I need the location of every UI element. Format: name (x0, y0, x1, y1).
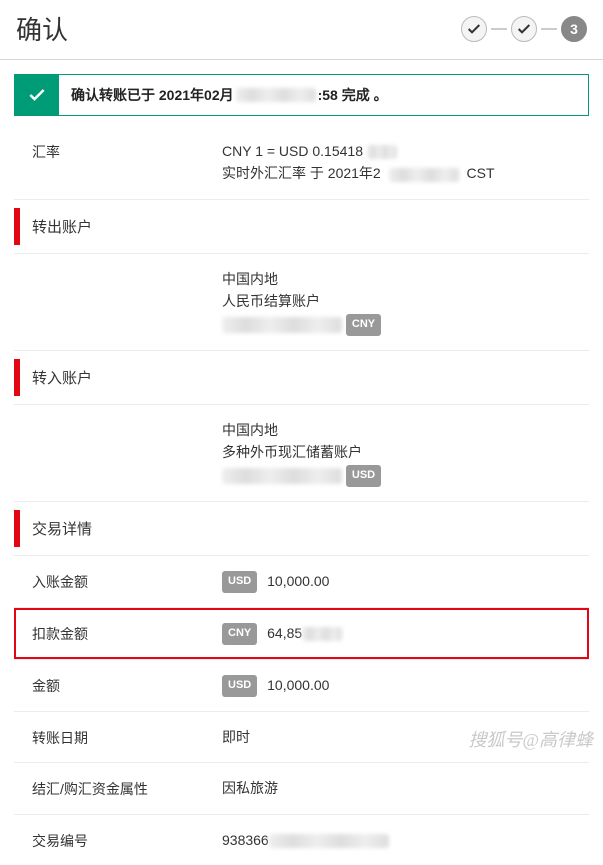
page-title: 确认 (16, 10, 68, 47)
row-purpose: 结汇/购汇资金属性 因私旅游 (14, 763, 589, 814)
section-title: 交易详情 (32, 521, 92, 538)
value-reference: 938366 (222, 829, 589, 851)
redacted (367, 145, 397, 159)
step-connector (541, 28, 557, 30)
banner-text-suffix: :58 完成 。 (318, 85, 388, 105)
page-header: 确认 3 (0, 0, 603, 60)
step-connector (491, 28, 507, 30)
row-to-account-detail: 中国内地 多种外币现汇储蓄账户 USD (14, 405, 589, 502)
rate-timestamp-prefix: 实时外汇汇率 于 2021年2 (222, 165, 381, 181)
label-credit-amount: 入账金额 (32, 570, 222, 593)
value-transfer-date: 即时 (222, 726, 589, 748)
amount: 10,000.00 (267, 677, 329, 693)
redacted (269, 834, 389, 848)
label-exchange-rate: 汇率 (32, 140, 222, 185)
success-message: 确认转账已于 2021年02月 :58 完成 。 (59, 75, 400, 115)
row-exchange-rate: 汇率 CNY 1 = USD 0.15418 实时外汇汇率 于 2021年2 C… (14, 126, 589, 200)
row-amount: 金额 USD 10,000.00 (14, 660, 589, 712)
label-transfer-date: 转账日期 (32, 726, 222, 748)
section-title: 转出账户 (32, 219, 92, 236)
label-reference: 交易编号 (32, 829, 222, 851)
currency-badge-usd: USD (346, 465, 381, 487)
check-icon (516, 21, 532, 37)
value-credit-amount: USD 10,000.00 (222, 570, 589, 593)
credit-amount: 10,000.00 (267, 573, 329, 589)
success-icon-box (15, 75, 59, 115)
section-transaction-details: 交易详情 (14, 502, 589, 556)
label-debit-amount: 扣款金额 (32, 622, 222, 645)
success-banner: 确认转账已于 2021年02月 :58 完成 。 (14, 74, 589, 116)
banner-text-prefix: 确认转账已于 2021年02月 (71, 85, 234, 105)
row-debit-amount: 扣款金额 CNY 64,85 (14, 608, 589, 660)
rate-timestamp-suffix: CST (467, 165, 495, 181)
row-reference: 交易编号 938366 (14, 815, 589, 865)
to-region: 中国内地 (222, 419, 589, 441)
to-account-type: 多种外币现汇储蓄账户 (222, 441, 589, 463)
step-2-done (511, 16, 537, 42)
from-account-type: 人民币结算账户 (222, 290, 589, 312)
rate-value: CNY 1 = USD 0.15418 (222, 143, 363, 159)
from-account-value: 中国内地 人民币结算账户 CNY (222, 268, 589, 336)
to-account-value: 中国内地 多种外币现汇储蓄账户 USD (222, 419, 589, 487)
value-debit-amount: CNY 64,85 (222, 622, 589, 645)
currency-badge-usd: USD (222, 571, 257, 593)
redacted-account-number (222, 317, 342, 333)
step-indicator: 3 (461, 16, 587, 42)
check-icon (466, 21, 482, 37)
redacted-datetime (236, 88, 316, 102)
section-to-account: 转入账户 (14, 351, 589, 405)
value-exchange-rate: CNY 1 = USD 0.15418 实时外汇汇率 于 2021年2 CST (222, 140, 589, 185)
step-1-done (461, 16, 487, 42)
row-from-account-detail: 中国内地 人民币结算账户 CNY (14, 254, 589, 351)
redacted-account-number (222, 468, 342, 484)
redacted (389, 168, 459, 182)
step-3-current: 3 (561, 16, 587, 42)
value-amount: USD 10,000.00 (222, 674, 589, 697)
currency-badge-cny: CNY (346, 314, 381, 336)
from-region: 中国内地 (222, 268, 589, 290)
check-icon (27, 85, 47, 105)
section-from-account: 转出账户 (14, 200, 589, 254)
row-transfer-date: 转账日期 即时 (14, 712, 589, 763)
label-purpose: 结汇/购汇资金属性 (32, 777, 222, 799)
section-title: 转入账户 (32, 370, 92, 387)
currency-badge-cny: CNY (222, 623, 257, 645)
currency-badge-usd: USD (222, 675, 257, 697)
redacted (302, 627, 342, 641)
row-credit-amount: 入账金额 USD 10,000.00 (14, 556, 589, 608)
value-purpose: 因私旅游 (222, 777, 589, 799)
debit-amount: 64,85 (267, 625, 302, 641)
reference-number: 938366 (222, 832, 269, 848)
label-amount: 金额 (32, 674, 222, 697)
details-panel: 汇率 CNY 1 = USD 0.15418 实时外汇汇率 于 2021年2 C… (0, 116, 603, 865)
